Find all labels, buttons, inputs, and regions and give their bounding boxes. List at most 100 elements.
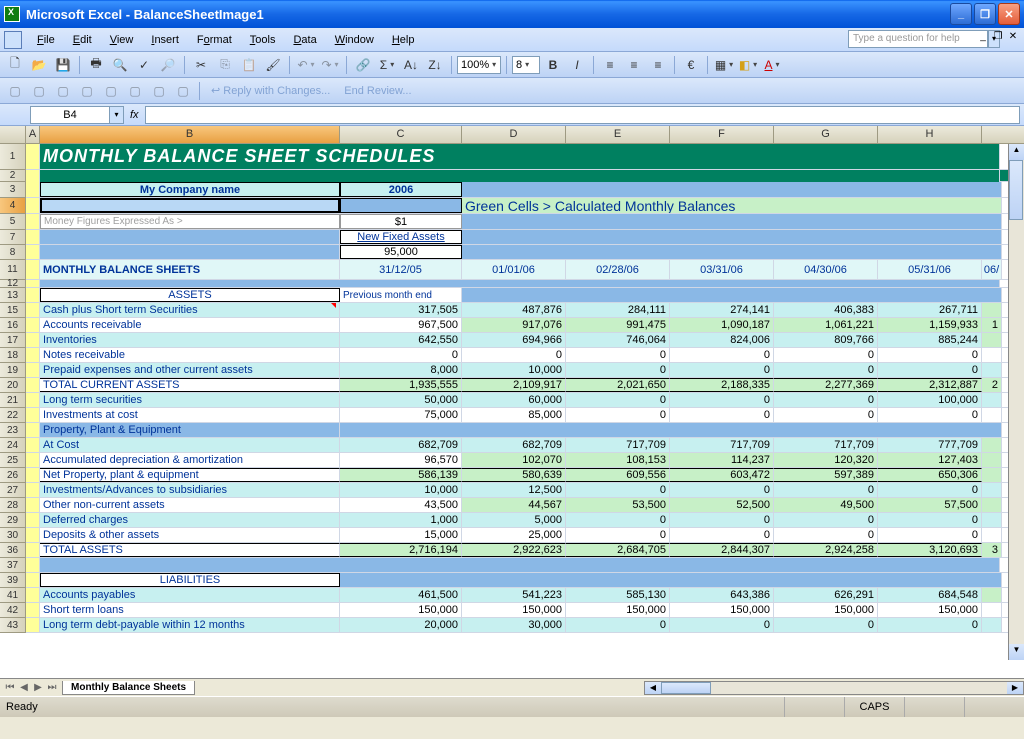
redo-icon[interactable]: ↷▾	[319, 54, 341, 76]
menu-insert[interactable]: Insert	[142, 31, 188, 49]
row-header-36[interactable]: 36	[0, 543, 26, 558]
row-header-42[interactable]: 42	[0, 603, 26, 618]
col-header-b[interactable]: B	[40, 126, 340, 143]
fontsize-field[interactable]: 8▾	[512, 56, 540, 74]
row-header-28[interactable]: 28	[0, 498, 26, 513]
sheet-tab-active[interactable]: Monthly Balance Sheets	[62, 681, 195, 695]
review-icon-1[interactable]: ▢	[4, 80, 26, 102]
sort-asc-icon[interactable]: A↓	[400, 54, 422, 76]
row-header-2[interactable]: 2	[0, 170, 26, 182]
menu-data[interactable]: Data	[284, 31, 325, 49]
row-header-30[interactable]: 30	[0, 528, 26, 543]
new-icon[interactable]: 🗋	[4, 54, 26, 76]
maximize-button[interactable]: ❐	[974, 3, 996, 25]
close-button[interactable]: ✕	[998, 3, 1020, 25]
v-scroll-thumb[interactable]	[1009, 160, 1023, 220]
row-header-5[interactable]: 5	[0, 214, 26, 230]
row-header-22[interactable]: 22	[0, 408, 26, 423]
align-right-icon[interactable]: ≡	[647, 54, 669, 76]
col-header-g[interactable]: G	[774, 126, 878, 143]
font-color-icon[interactable]: A▾	[761, 54, 783, 76]
col-header-d[interactable]: D	[462, 126, 566, 143]
spelling-icon[interactable]: ✓	[133, 54, 155, 76]
print-preview-icon[interactable]: 🔍	[109, 54, 131, 76]
row-header-25[interactable]: 25	[0, 453, 26, 468]
doc-minimize[interactable]: _	[976, 31, 990, 42]
doc-restore[interactable]: ❐	[991, 31, 1005, 42]
col-header-c[interactable]: C	[340, 126, 462, 143]
minimize-button[interactable]: _	[950, 3, 972, 25]
scroll-right-icon[interactable]: ▶	[1007, 682, 1023, 694]
menu-window[interactable]: Window	[326, 31, 383, 49]
cells-area[interactable]: MONTHLY BALANCE SHEET SCHEDULESMy Compan…	[26, 144, 1024, 678]
col-header-e[interactable]: E	[566, 126, 670, 143]
open-icon[interactable]: 📂	[28, 54, 50, 76]
row-header-1[interactable]: 1	[0, 144, 26, 170]
file-menu-icon[interactable]	[4, 31, 22, 49]
review-icon-4[interactable]: ▢	[76, 80, 98, 102]
menu-format[interactable]: Format	[188, 31, 241, 49]
end-review[interactable]: End Review...	[338, 85, 417, 97]
autosum-icon[interactable]: Σ▾	[376, 54, 398, 76]
row-header-15[interactable]: 15	[0, 303, 26, 318]
name-box-dropdown[interactable]: ▾	[110, 106, 124, 124]
horizontal-scrollbar[interactable]: ◀ ▶	[644, 681, 1024, 695]
row-header-26[interactable]: 26	[0, 468, 26, 483]
row-header-12[interactable]: 12	[0, 280, 26, 288]
sort-desc-icon[interactable]: Z↓	[424, 54, 446, 76]
menu-edit[interactable]: Edit	[64, 31, 101, 49]
scroll-up-icon[interactable]: ▲	[1009, 144, 1024, 160]
doc-close[interactable]: ✕	[1006, 31, 1020, 42]
row-header-11[interactable]: 11	[0, 260, 26, 280]
tab-next-icon[interactable]: ▶	[32, 682, 44, 693]
review-icon-6[interactable]: ▢	[124, 80, 146, 102]
tab-last-icon[interactable]: ⏭	[46, 682, 58, 693]
row-header-23[interactable]: 23	[0, 423, 26, 438]
select-all-corner[interactable]	[0, 126, 26, 143]
review-icon-5[interactable]: ▢	[100, 80, 122, 102]
formula-input[interactable]	[145, 106, 1020, 124]
align-center-icon[interactable]: ≡	[623, 54, 645, 76]
name-box[interactable]: B4	[30, 106, 110, 124]
menu-view[interactable]: View	[101, 31, 143, 49]
h-scroll-thumb[interactable]	[661, 682, 711, 694]
row-header-41[interactable]: 41	[0, 588, 26, 603]
review-icon-3[interactable]: ▢	[52, 80, 74, 102]
menu-file[interactable]: File	[28, 31, 64, 49]
row-header-24[interactable]: 24	[0, 438, 26, 453]
bold-icon[interactable]: B	[542, 54, 564, 76]
cut-icon[interactable]: ✂	[190, 54, 212, 76]
row-header-27[interactable]: 27	[0, 483, 26, 498]
row-header-37[interactable]: 37	[0, 558, 26, 573]
row-header-4[interactable]: 4	[0, 198, 26, 214]
tab-prev-icon[interactable]: ◀	[18, 682, 30, 693]
scroll-down-icon[interactable]: ▼	[1009, 644, 1024, 660]
row-header-13[interactable]: 13	[0, 288, 26, 303]
undo-icon[interactable]: ↶▾	[295, 54, 317, 76]
reply-with-changes[interactable]: ↩ Reply with Changes...	[205, 84, 336, 97]
scroll-left-icon[interactable]: ◀	[645, 682, 661, 694]
copy-icon[interactable]: ⎘	[214, 54, 236, 76]
save-icon[interactable]: 💾	[52, 54, 74, 76]
row-header-16[interactable]: 16	[0, 318, 26, 333]
review-icon-8[interactable]: ▢	[172, 80, 194, 102]
col-header-a[interactable]: A	[26, 126, 40, 143]
row-header-17[interactable]: 17	[0, 333, 26, 348]
row-header-18[interactable]: 18	[0, 348, 26, 363]
vertical-scrollbar[interactable]: ▲ ▼	[1008, 144, 1024, 660]
zoom-field[interactable]: 100%▾	[457, 56, 501, 74]
fill-color-icon[interactable]: ◧▾	[737, 54, 759, 76]
hyperlink-icon[interactable]: 🔗	[352, 54, 374, 76]
row-header-43[interactable]: 43	[0, 618, 26, 633]
currency-icon[interactable]: €	[680, 54, 702, 76]
col-header-h[interactable]: H	[878, 126, 982, 143]
col-header-f[interactable]: F	[670, 126, 774, 143]
fx-icon[interactable]: fx	[130, 109, 139, 121]
row-header-39[interactable]: 39	[0, 573, 26, 588]
row-header-8[interactable]: 8	[0, 245, 26, 260]
menu-help[interactable]: Help	[383, 31, 424, 49]
row-header-3[interactable]: 3	[0, 182, 26, 198]
row-header-21[interactable]: 21	[0, 393, 26, 408]
review-icon-2[interactable]: ▢	[28, 80, 50, 102]
align-left-icon[interactable]: ≡	[599, 54, 621, 76]
